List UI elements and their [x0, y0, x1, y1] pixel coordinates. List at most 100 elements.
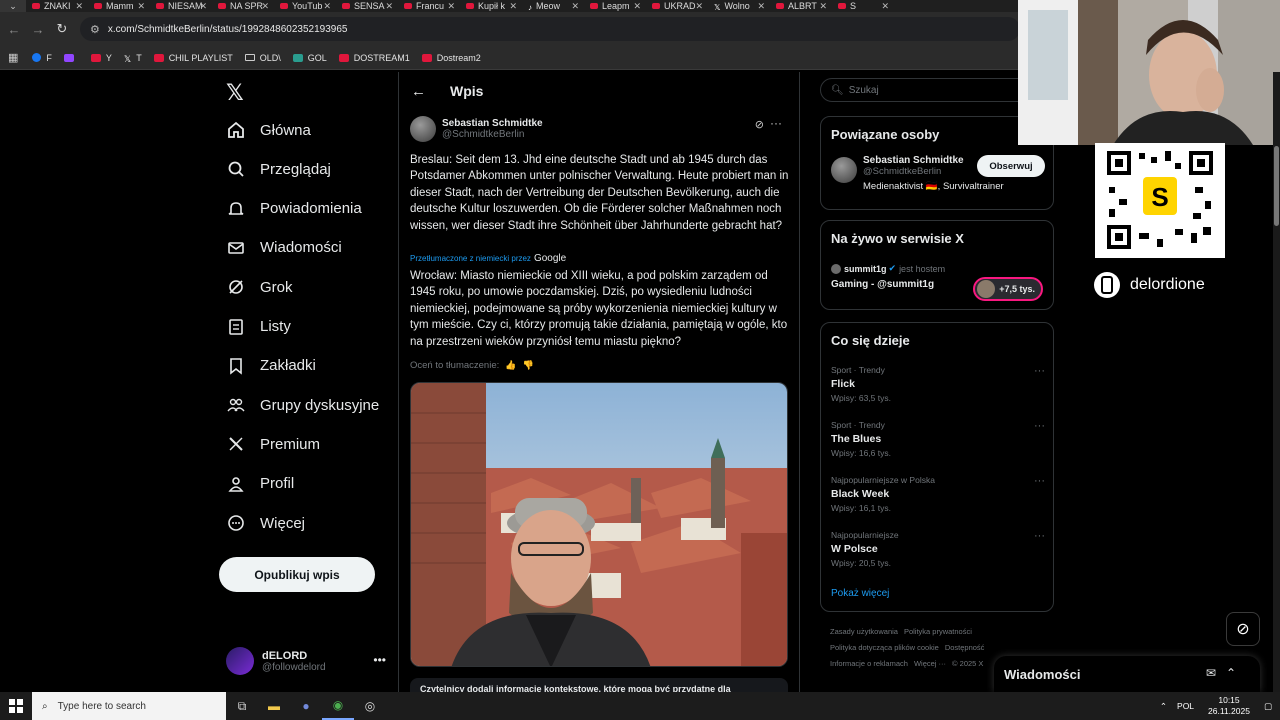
close-tab-icon[interactable]: ✕: [509, 1, 517, 12]
bookmark-item[interactable]: OLD\: [244, 53, 281, 63]
scrollbar-thumb[interactable]: [1274, 146, 1279, 226]
site-info-icon[interactable]: ⚙: [90, 23, 100, 36]
footer-link[interactable]: Dostępność: [945, 643, 985, 652]
close-tab-icon[interactable]: ✕: [819, 1, 827, 12]
nav-item-0[interactable]: Główna: [226, 120, 311, 140]
obs-icon[interactable]: ◎: [354, 692, 386, 720]
close-tab-icon[interactable]: ✕: [447, 1, 455, 12]
post-photo[interactable]: [410, 382, 788, 667]
bookmark-item[interactable]: 𝕏T: [124, 53, 142, 64]
close-tab-icon[interactable]: ✕: [261, 1, 269, 12]
back-arrow-icon[interactable]: ←: [411, 83, 426, 100]
compose-message-icon[interactable]: ✉⌃: [1206, 666, 1246, 680]
more-dots-icon[interactable]: ···: [1034, 475, 1045, 487]
bookmark-item[interactable]: [63, 53, 79, 63]
thumbs-down-icon[interactable]: 👎: [522, 360, 533, 371]
nav-item-8[interactable]: Premium: [226, 434, 320, 454]
follow-button[interactable]: Obserwuj: [977, 155, 1045, 177]
more-dots-icon[interactable]: ···: [1034, 530, 1045, 542]
browser-tab[interactable]: Francu ✕: [398, 0, 460, 12]
bookmark-item[interactable]: F: [32, 53, 52, 63]
trend-item[interactable]: Najpopularniejsze W Polsce Wpisy: 20,5 tys…: [831, 530, 1045, 568]
bookmark-item[interactable]: Y: [90, 53, 112, 63]
listeners-pill[interactable]: +7,5 tys.: [973, 277, 1043, 301]
author-name[interactable]: Sebastian Schmidtke: [442, 118, 543, 129]
nav-item-6[interactable]: Zakładki: [226, 356, 316, 376]
live-host[interactable]: summit1g ✔ jest hostem: [831, 263, 945, 274]
close-tab-icon[interactable]: ✕: [757, 1, 765, 12]
browser-tab[interactable]: Leapm ✕: [584, 0, 646, 12]
nav-item-1[interactable]: Przeglądaj: [226, 159, 331, 179]
grok-icon[interactable]: ⊘: [755, 118, 764, 131]
footer-link[interactable]: Informacje o reklamach: [830, 659, 908, 668]
post-button[interactable]: Opublikuj wpis: [219, 557, 375, 592]
nav-item-3[interactable]: Wiadomości: [226, 238, 342, 258]
related-person[interactable]: Sebastian Schmidtke @SchmidtkeBerlin Med…: [831, 155, 1045, 192]
bookmark-item[interactable]: CHIL PLAYLIST: [153, 53, 233, 63]
browser-tab[interactable]: SENSA ✕: [336, 0, 398, 12]
footer-link[interactable]: © 2025 X: [952, 659, 983, 668]
footer-link[interactable]: Polityka prywatności: [904, 627, 972, 636]
close-tab-icon[interactable]: ✕: [633, 1, 641, 12]
nav-item-9[interactable]: Profil: [226, 474, 294, 494]
author-handle[interactable]: @SchmidtkeBerlin: [442, 129, 543, 140]
footer-link[interactable]: Zasady użytkowania: [830, 627, 898, 636]
close-tab-icon[interactable]: ✕: [137, 1, 145, 12]
footer-link[interactable]: Polityka dotycząca plików cookie: [830, 643, 939, 652]
more-dots-icon[interactable]: •••: [373, 653, 386, 667]
browser-tab[interactable]: YouTub ✕: [274, 0, 336, 12]
trend-item[interactable]: Sport · Trendy The Blues Wpisy: 16,6 tys. ·…: [831, 420, 1045, 458]
clock[interactable]: 10:15 26.11.2025: [1208, 695, 1250, 717]
browser-tab[interactable]: ♪ Meow ✕: [522, 0, 584, 13]
chrome-icon[interactable]: ◉: [322, 692, 354, 720]
windows-start-icon[interactable]: [0, 692, 32, 720]
tray-chevron-icon[interactable]: ⌃: [1160, 701, 1167, 712]
trend-item[interactable]: Najpopularniejsze w Polska Black Week Wpis…: [831, 475, 1045, 513]
browser-tab[interactable]: NA SPR ✕: [212, 0, 274, 12]
bookmark-item[interactable]: GOL: [292, 53, 327, 63]
page-scrollbar[interactable]: [1273, 72, 1280, 692]
grok-float-icon[interactable]: ⊘: [1226, 612, 1260, 646]
close-tab-icon[interactable]: ✕: [571, 1, 579, 12]
close-tab-icon[interactable]: ✕: [75, 1, 83, 12]
browser-tab[interactable]: ALBRT ✕: [770, 0, 832, 12]
browser-tab[interactable]: ZNAKI ✕: [26, 0, 88, 12]
nav-item-5[interactable]: Listy: [226, 317, 291, 337]
nav-item-2[interactable]: Powiadomienia: [226, 199, 362, 219]
close-tab-icon[interactable]: ✕: [199, 1, 207, 12]
show-more-link[interactable]: Pokaż więcej: [831, 588, 889, 599]
browser-tab[interactable]: Kupił k ✕: [460, 0, 522, 12]
footer-link[interactable]: Więcej ···: [914, 659, 946, 668]
browser-tab[interactable]: Mamm ✕: [88, 0, 150, 12]
bookmark-item[interactable]: Dostream2: [421, 53, 481, 63]
tab-search-button[interactable]: ⌄: [0, 0, 26, 12]
discord-icon[interactable]: ●: [290, 692, 322, 720]
task-view-icon[interactable]: ⧉: [226, 692, 258, 720]
notification-icon[interactable]: ▢: [1264, 701, 1272, 712]
close-tab-icon[interactable]: ✕: [881, 1, 889, 12]
reload-icon[interactable]: ↻: [50, 21, 74, 37]
more-dots-icon[interactable]: ···: [1034, 365, 1045, 377]
address-bar[interactable]: ⚙ x.com/SchmidtkeBerlin/status/199284860…: [80, 17, 1020, 41]
author-avatar[interactable]: [410, 116, 436, 142]
close-tab-icon[interactable]: ✕: [385, 1, 393, 12]
back-icon[interactable]: ←: [2, 22, 26, 37]
more-dots-icon[interactable]: ···: [770, 116, 782, 130]
messages-drawer[interactable]: Wiadomości ✉⌃: [994, 656, 1260, 692]
file-explorer-icon[interactable]: ▬: [258, 692, 290, 720]
language-indicator[interactable]: POL: [1177, 701, 1194, 711]
nav-item-10[interactable]: Więcej: [226, 513, 305, 533]
nav-item-7[interactable]: Grupy dyskusyjne: [226, 395, 379, 415]
forward-icon[interactable]: →: [26, 22, 50, 37]
apps-grid-icon[interactable]: ▦: [8, 51, 18, 64]
account-switcher[interactable]: dELORD @followdelord •••: [226, 647, 386, 675]
stream-title[interactable]: Gaming - @summit1g: [831, 279, 934, 290]
nav-item-4[interactable]: Grok: [226, 277, 293, 297]
thumbs-up-icon[interactable]: 👍: [505, 360, 516, 371]
browser-tab[interactable]: S ✕: [832, 0, 894, 12]
bookmark-item[interactable]: DOSTREAM1: [338, 53, 410, 63]
browser-tab[interactable]: 𝕏 Wolno ✕: [708, 0, 770, 13]
close-tab-icon[interactable]: ✕: [695, 1, 703, 12]
browser-tab[interactable]: UKRAD ✕: [646, 0, 708, 12]
taskbar-search[interactable]: ⌕ Type here to search: [32, 692, 226, 720]
